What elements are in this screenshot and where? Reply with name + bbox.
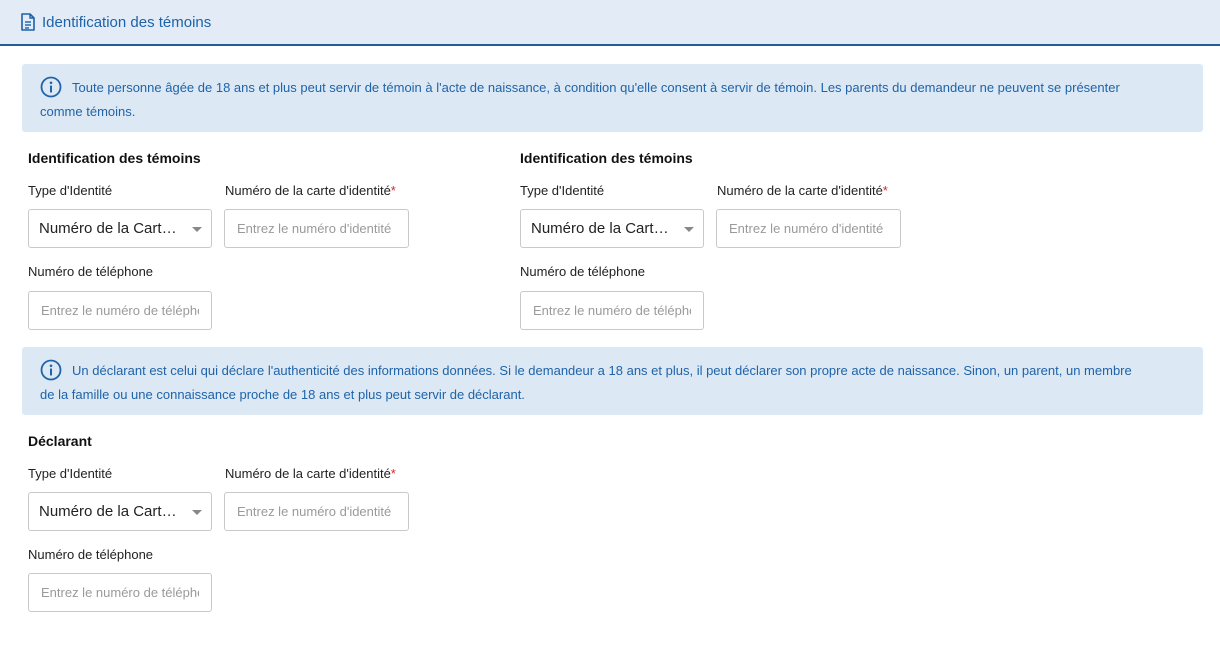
required-mark: * (882, 183, 888, 198)
section-header: Identification des témoins (0, 0, 1220, 46)
declarant-id-number-input[interactable] (224, 492, 409, 531)
declarant-id-number-label: Numéro de la carte d'identité* (225, 466, 396, 481)
witness1-title: Identification des témoins (28, 150, 201, 166)
document-icon (20, 13, 36, 31)
witness1-id-type-value: Numéro de la Carte d'identité (39, 220, 184, 237)
declarant-id-type-label: Type d'Identité (28, 466, 113, 481)
declarant-id-type-value: Numéro de la Carte d'identité (39, 503, 184, 520)
witness2-phone-input[interactable] (520, 291, 704, 330)
witness2-id-type-label: Type d'Identité (520, 183, 605, 198)
declarant-phone-label: Numéro de téléphone (28, 547, 154, 562)
witness2-id-number-input[interactable] (716, 209, 901, 248)
caret-down-icon (684, 227, 694, 232)
declarant-id-type-select[interactable]: Numéro de la Carte d'identité (28, 492, 212, 531)
witness1-id-number-label: Numéro de la carte d'identité* (225, 183, 396, 198)
witness1-id-type-label: Type d'Identité (28, 183, 113, 198)
witness-info-box: Toute personne âgée de 18 ans et plus pe… (22, 64, 1203, 132)
witness-info-text: Toute personne âgée de 18 ans et plus pe… (40, 80, 1120, 119)
witness1-id-type-select[interactable]: Numéro de la Carte d'identité (28, 209, 212, 248)
required-mark: * (390, 466, 396, 481)
witness2-id-type-select[interactable]: Numéro de la Carte d'identité (520, 209, 704, 248)
caret-down-icon (192, 227, 202, 232)
declarant-info-box: Un déclarant est celui qui déclare l'aut… (22, 347, 1203, 415)
witness1-phone-label: Numéro de téléphone (28, 264, 154, 279)
info-icon (40, 359, 62, 381)
declarant-title: Déclarant (28, 433, 92, 449)
witness2-id-type-value: Numéro de la Carte d'identité (531, 220, 676, 237)
witness2-id-number-label: Numéro de la carte d'identité* (717, 183, 888, 198)
witness1-phone-input[interactable] (28, 291, 212, 330)
witness1-id-number-input[interactable] (224, 209, 409, 248)
required-mark: * (390, 183, 396, 198)
declarant-phone-input[interactable] (28, 573, 212, 612)
witness2-phone-label: Numéro de téléphone (520, 264, 646, 279)
section-header-title: Identification des témoins (42, 13, 212, 31)
witness2-title: Identification des témoins (520, 150, 693, 166)
caret-down-icon (192, 510, 202, 515)
declarant-info-text: Un déclarant est celui qui déclare l'aut… (40, 363, 1132, 402)
info-icon (40, 76, 62, 98)
